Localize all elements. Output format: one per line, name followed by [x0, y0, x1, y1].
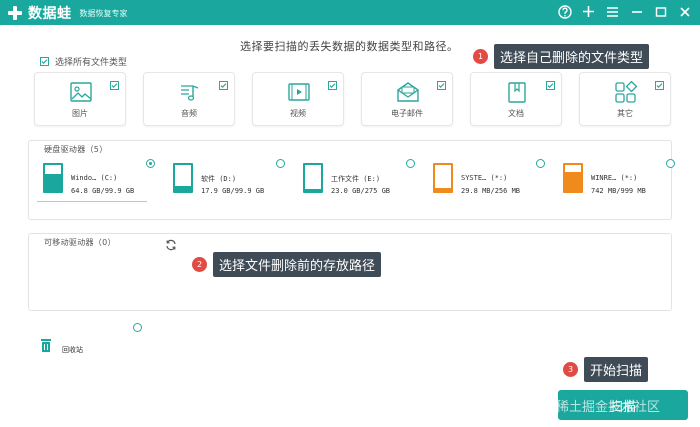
maximize-icon[interactable] — [653, 4, 668, 19]
checkbox-checked-icon[interactable] — [328, 81, 337, 90]
drive-size: 23.0 GB/275 GB — [331, 187, 391, 195]
file-type-grid: 图片 音频 视频 电子邮件 文档 其它 — [34, 72, 674, 128]
select-all-checkbox[interactable]: 选择所有文件类型 — [40, 55, 127, 68]
drive-item[interactable]: Windo… (C:) 64.8 GB/99.9 GB — [37, 159, 155, 202]
checkbox-checked-icon[interactable] — [546, 81, 555, 90]
app-name: 数据蛙 — [28, 6, 72, 22]
selected-underline — [37, 201, 147, 202]
annotation-text: 选择文件删除前的存放路径 — [213, 252, 382, 277]
file-type-video[interactable]: 视频 — [252, 72, 344, 126]
checkbox-checked-icon[interactable] — [655, 81, 664, 90]
music-icon — [178, 81, 202, 103]
logo-cross-icon — [6, 4, 24, 22]
recycle-bin-label: 回收站 — [62, 346, 83, 354]
drive-usage-fill — [435, 187, 451, 191]
drive-radio[interactable] — [536, 159, 545, 168]
file-type-audio[interactable]: 音频 — [143, 72, 235, 126]
file-type-label: 视频 — [290, 109, 306, 118]
drive-item[interactable]: SYSTE… (*:) 29.8 MB/256 MB — [427, 159, 545, 201]
refresh-icon[interactable] — [165, 236, 177, 251]
drive-item[interactable]: WINRE… (*:) 742 MB/999 MB — [557, 159, 675, 201]
checkbox-checked-icon[interactable] — [110, 81, 119, 90]
drive-name: 工作文件 (E:) — [331, 175, 381, 183]
recycle-bin-option[interactable]: 回收站 — [40, 337, 83, 354]
drive-item[interactable]: 工作文件 (E:) 23.0 GB/275 GB — [297, 159, 415, 201]
drive-radio[interactable] — [406, 159, 415, 168]
drive-name: Windo… (C:) — [71, 174, 118, 182]
drive-usage-fill — [565, 171, 581, 191]
title-bar: 数据蛙 数据恢复专家 — [0, 0, 700, 25]
close-icon[interactable] — [677, 4, 692, 19]
image-icon — [69, 81, 93, 103]
drive-item[interactable]: 软件 (D:) 17.9 GB/99.9 GB — [167, 159, 285, 201]
file-type-label: 其它 — [617, 109, 633, 118]
file-type-label: 图片 — [72, 109, 88, 118]
start-scan-button[interactable]: 扫描 — [558, 390, 688, 420]
add-icon[interactable] — [581, 4, 596, 19]
app-logo: 数据蛙 数据恢复专家 — [6, 3, 128, 23]
file-type-label: 电子邮件 — [391, 109, 423, 118]
hard-drive-section: 硬盘驱动器（5） Windo… (C:) 64.8 GB/99.9 GB 软件 (D… — [28, 140, 675, 220]
drive-usage-fill — [175, 186, 191, 191]
drive-size: 742 MB/999 MB — [591, 187, 646, 195]
email-icon — [396, 81, 420, 103]
drive-radio[interactable] — [276, 159, 285, 168]
annotation-2: 2 选择文件删除前的存放路径 — [192, 252, 382, 277]
annotation-number: 3 — [563, 362, 578, 377]
file-type-email[interactable]: 电子邮件 — [361, 72, 453, 126]
file-type-label: 文档 — [508, 109, 524, 118]
annotation-text: 选择自己删除的文件类型 — [494, 44, 650, 69]
file-type-label: 音频 — [181, 109, 197, 118]
annotation-text: 开始扫描 — [584, 357, 649, 382]
drive-icon — [43, 163, 63, 193]
file-type-document[interactable]: 文档 — [470, 72, 562, 126]
minimize-icon[interactable] — [629, 4, 644, 19]
app-subtitle: 数据恢复专家 — [79, 8, 128, 18]
drive-size: 29.8 MB/256 MB — [461, 187, 521, 195]
video-icon — [287, 81, 311, 103]
checkbox-checked-icon[interactable] — [437, 81, 446, 90]
drive-name: WINRE… (*:) — [591, 174, 638, 182]
drive-icon — [173, 163, 193, 193]
drive-size: 64.8 GB/99.9 GB — [71, 187, 135, 195]
annotation-number: 1 — [473, 49, 488, 64]
select-all-label: 选择所有文件类型 — [55, 58, 128, 68]
drive-name: 软件 (D:) — [201, 175, 237, 183]
hard-drive-title: 硬盘驱动器（5） — [44, 145, 108, 154]
drive-name: SYSTE… (*:) — [461, 174, 508, 182]
drive-icon — [303, 163, 323, 193]
drive-icon — [563, 163, 583, 193]
drive-radio[interactable] — [666, 159, 675, 168]
annotation-1: 1 选择自己删除的文件类型 — [473, 44, 650, 69]
drive-size: 17.9 GB/99.9 GB — [201, 187, 265, 195]
file-type-other[interactable]: 其它 — [579, 72, 671, 126]
checkbox-checked-icon[interactable] — [219, 81, 228, 90]
drive-icon — [433, 163, 453, 193]
drive-usage-fill — [305, 188, 321, 191]
checkbox-checked-icon — [40, 57, 49, 66]
recycle-bin-radio[interactable] — [133, 323, 142, 332]
removable-drive-title: 可移动驱动器（0） — [44, 238, 116, 247]
annotation-number: 2 — [192, 257, 207, 272]
help-icon[interactable] — [557, 4, 572, 19]
trash-icon — [40, 337, 52, 352]
drive-radio[interactable] — [146, 159, 155, 168]
drive-usage-fill — [45, 174, 61, 191]
file-type-image[interactable]: 图片 — [34, 72, 126, 126]
menu-icon[interactable] — [605, 4, 620, 19]
document-icon — [505, 81, 529, 103]
start-scan-label: 扫描 — [609, 399, 636, 415]
annotation-3: 3 开始扫描 — [563, 357, 649, 382]
other-icon — [614, 80, 638, 103]
page-instruction: 选择要扫描的丢失数据的数据类型和路径。 — [240, 40, 459, 53]
